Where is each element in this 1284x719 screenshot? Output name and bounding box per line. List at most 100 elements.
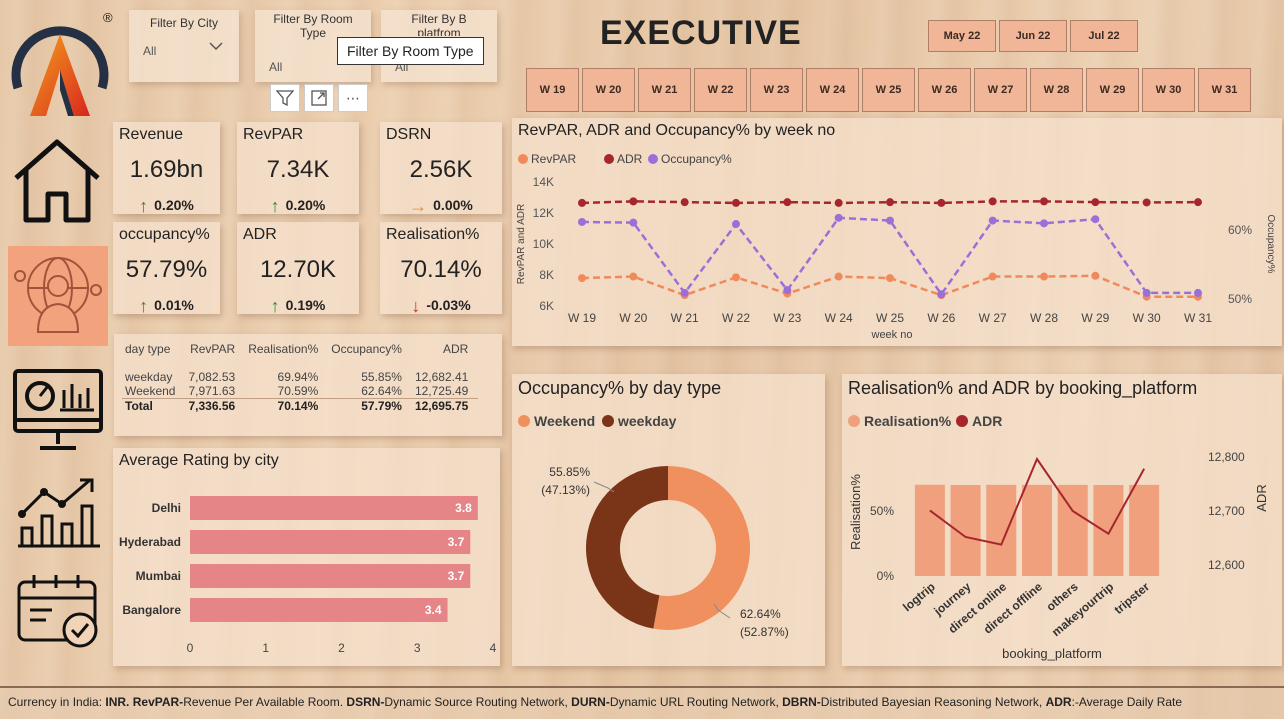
city-filter[interactable]: Filter By City All [129, 10, 239, 82]
data-point[interactable] [1091, 215, 1100, 224]
data-point[interactable] [629, 272, 638, 281]
data-point[interactable] [937, 198, 946, 207]
kpi-title: occupancy% [119, 226, 210, 243]
rating-bar-chart: Delhi 3.8 Hyderabad 3.7 Mumbai 3.7 Bangalore 3.… [119, 496, 497, 655]
growth-chart-icon[interactable] [14, 474, 104, 550]
data-point[interactable] [834, 272, 843, 281]
y-tick-label: 0% [877, 569, 895, 583]
y-tick-label: 10K [533, 237, 554, 251]
dashboard-monitor-icon[interactable] [12, 368, 104, 454]
week-button-7[interactable]: W 26 [918, 68, 971, 112]
y-tick-label: 12K [533, 206, 554, 220]
week-button-4[interactable]: W 23 [750, 68, 803, 112]
data-point[interactable] [578, 274, 586, 283]
data-point[interactable] [1040, 219, 1048, 228]
data-point[interactable] [732, 273, 740, 282]
week-button-0[interactable]: W 19 [526, 68, 579, 112]
y2-tick-label: 12,700 [1208, 504, 1245, 518]
x-tick-label: W 22 [722, 311, 750, 325]
data-point[interactable] [1040, 197, 1048, 206]
data-point[interactable] [629, 218, 638, 227]
realisation-bar[interactable] [986, 484, 1017, 576]
realisation-bar[interactable] [950, 485, 981, 576]
legend-label: ADR [617, 152, 643, 166]
y-tick-label: 6K [539, 299, 554, 313]
legend-label: Weekend [534, 413, 595, 429]
hotel-guest-icon[interactable] [8, 246, 108, 346]
weekly-chart-card: RevPAR, ADR and Occupancy% by week no 6K… [512, 118, 1282, 346]
month-button-2[interactable]: Jul 22 [1070, 20, 1138, 52]
data-point[interactable] [1091, 198, 1100, 207]
kpi-delta-value: 0.20% [154, 197, 194, 213]
rating-bar[interactable] [190, 564, 471, 588]
data-point[interactable] [988, 272, 997, 281]
week-button-1[interactable]: W 20 [582, 68, 635, 112]
realisation-bar[interactable] [1057, 484, 1088, 576]
footer-bold: DSRN- [346, 695, 385, 709]
data-point[interactable] [834, 213, 843, 222]
week-button-2[interactable]: W 21 [638, 68, 691, 112]
week-button-6[interactable]: W 25 [862, 68, 915, 112]
kpi-value: 57.79% [125, 256, 208, 283]
more-options-icon[interactable]: ⋯ [338, 84, 368, 112]
data-point[interactable] [1040, 272, 1048, 281]
data-point[interactable] [886, 216, 894, 225]
data-point[interactable] [988, 197, 997, 206]
data-point[interactable] [886, 274, 894, 283]
data-point[interactable] [1142, 288, 1151, 297]
focus-mode-icon[interactable] [304, 84, 334, 112]
data-point[interactable] [783, 198, 792, 207]
data-point[interactable] [783, 286, 792, 295]
rating-bar[interactable] [190, 530, 471, 554]
data-point[interactable] [680, 288, 689, 297]
table-header[interactable]: Occupancy% [328, 342, 412, 364]
data-point[interactable] [988, 216, 997, 225]
realisation-bar[interactable] [914, 484, 945, 576]
week-button-9[interactable]: W 28 [1030, 68, 1083, 112]
data-point[interactable] [680, 198, 689, 207]
filter-icon[interactable] [270, 84, 300, 112]
kpi-delta-value: 0.00% [433, 197, 473, 213]
data-point[interactable] [1142, 198, 1151, 207]
rating-bar[interactable] [190, 496, 478, 520]
week-button-8[interactable]: W 27 [974, 68, 1027, 112]
realisation-bar[interactable] [1129, 484, 1160, 576]
data-point[interactable] [732, 198, 740, 207]
chevron-down-icon[interactable] [209, 40, 223, 54]
table-row: Weekend 7,971.63 70.59% 62.64% 12,725.49 [122, 384, 478, 399]
data-point[interactable] [629, 197, 638, 206]
week-button-3[interactable]: W 22 [694, 68, 747, 112]
data-point[interactable] [1194, 288, 1202, 297]
table-header[interactable]: ADR [412, 342, 478, 364]
week-button-5[interactable]: W 24 [806, 68, 859, 112]
data-point[interactable] [1091, 271, 1100, 280]
home-icon[interactable] [12, 138, 102, 224]
calendar-check-icon[interactable] [16, 572, 102, 650]
x-tick-label: tripster [1111, 579, 1152, 617]
week-button-12[interactable]: W 31 [1198, 68, 1251, 112]
month-button-1[interactable]: Jun 22 [999, 20, 1067, 52]
data-point[interactable] [732, 220, 740, 229]
table-header[interactable]: day type [122, 342, 185, 364]
week-button-11[interactable]: W 30 [1142, 68, 1195, 112]
donut-slice-weekday[interactable] [586, 466, 668, 629]
data-point[interactable] [578, 217, 586, 226]
data-point[interactable] [1194, 198, 1202, 207]
data-point[interactable] [834, 198, 843, 207]
data-point[interactable] [886, 198, 894, 207]
data-point[interactable] [578, 198, 586, 207]
y-tick-label: 8K [539, 268, 554, 282]
x-axis-label: booking_platform [1002, 646, 1102, 661]
slice-data-label: (52.87%) [740, 625, 789, 639]
kpi-value: 7.34K [266, 156, 330, 183]
rating-bar[interactable] [190, 598, 448, 622]
realisation-bar[interactable] [1093, 485, 1124, 576]
data-point[interactable] [937, 290, 946, 299]
legend-label: Occupancy% [661, 152, 732, 166]
table-header[interactable]: Realisation% [245, 342, 328, 364]
week-button-10[interactable]: W 29 [1086, 68, 1139, 112]
footer-text: Dynamic Source Routing Network, [384, 695, 572, 709]
table-header[interactable]: RevPAR [185, 342, 245, 364]
realisation-bar[interactable] [1022, 484, 1052, 576]
month-button-0[interactable]: May 22 [928, 20, 996, 52]
